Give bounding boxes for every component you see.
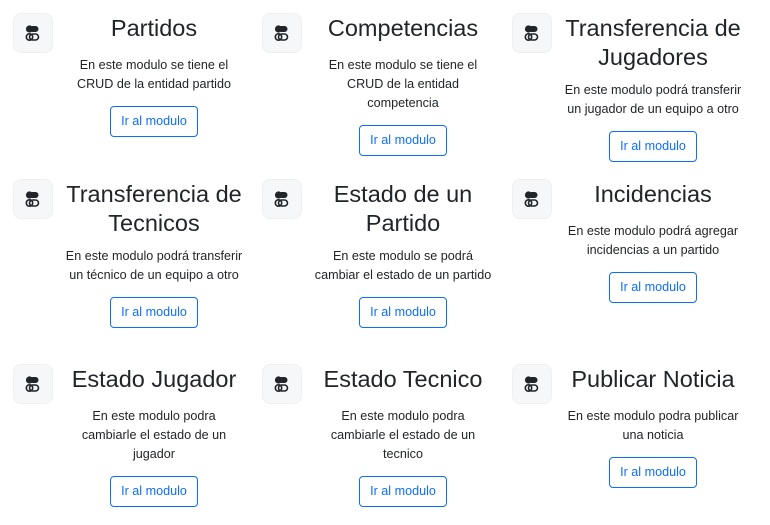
module-description: En este modulo se tiene el CRUD de la en…	[76, 58, 231, 91]
go-to-module-button[interactable]: Ir al modulo	[609, 272, 697, 303]
module-description: En este modulo podra cambiarle el estado…	[81, 409, 227, 461]
go-to-module-button[interactable]: Ir al modulo	[110, 106, 198, 137]
toggles-icon	[263, 180, 301, 218]
module-title: Estado Jugador	[71, 366, 237, 392]
module-title: Estado de un Partido	[333, 181, 473, 236]
go-to-module-button[interactable]: Ir al modulo	[110, 476, 198, 507]
toggles-icon	[14, 14, 52, 52]
go-to-module-button[interactable]: Ir al modulo	[359, 125, 447, 156]
module-title: Publicar Noticia	[571, 366, 735, 392]
module-title: Partidos	[110, 15, 198, 41]
module-title: Transferencia de Jugadores	[565, 15, 741, 70]
module-title: Transferencia de Tecnicos	[66, 181, 242, 236]
go-to-module-button[interactable]: Ir al modulo	[359, 297, 447, 328]
module-description: En este modulo podra cambiarle el estado…	[330, 409, 476, 461]
go-to-module-button[interactable]: Ir al modulo	[609, 457, 697, 488]
go-to-module-button[interactable]: Ir al modulo	[110, 297, 198, 328]
toggles-icon	[513, 365, 551, 403]
toggles-icon	[14, 365, 52, 403]
module-description: En este modulo se podrá cambiar el estad…	[314, 249, 492, 282]
module-description: En este modulo podra publicar una notici…	[567, 409, 739, 442]
toggles-icon	[513, 180, 551, 218]
toggles-icon	[513, 14, 551, 52]
go-to-module-button[interactable]: Ir al modulo	[359, 476, 447, 507]
module-title: Estado Tecnico	[323, 366, 483, 392]
module-title: Competencias	[327, 15, 479, 41]
module-description: En este modulo se tiene el CRUD de la en…	[328, 58, 478, 110]
module-description: En este modulo podrá transferir un jugad…	[564, 83, 742, 116]
go-to-module-button[interactable]: Ir al modulo	[609, 131, 697, 162]
module-description: En este modulo podrá agregar incidencias…	[567, 224, 739, 257]
module-title: Incidencias	[594, 181, 712, 207]
toggles-icon	[263, 365, 301, 403]
toggles-icon	[263, 14, 301, 52]
toggles-icon	[14, 180, 52, 218]
module-description: En este modulo podrá transferir un técni…	[65, 249, 243, 282]
